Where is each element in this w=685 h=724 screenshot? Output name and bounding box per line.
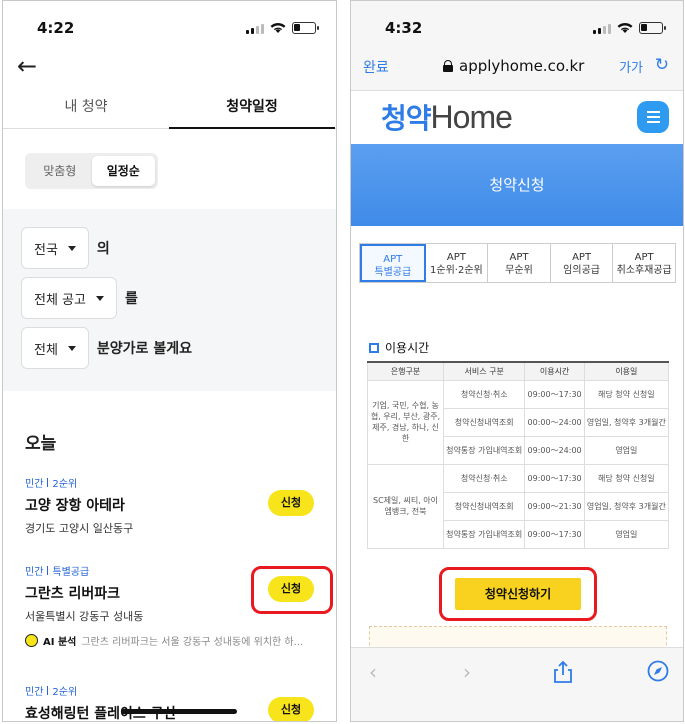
home-indicator	[121, 709, 237, 714]
address-bar[interactable]: applyhome.co.kr	[443, 57, 584, 75]
lock-icon	[443, 60, 453, 72]
apply-button[interactable]: 신청	[268, 697, 314, 721]
signal-icon	[593, 24, 611, 34]
apt-tabs: APT 특별공급 APT 1순위·2순위 APT 무순위 APT 임의공급 APT 취소후…	[359, 243, 676, 283]
highlight-box	[251, 566, 333, 614]
tab-apt-unranked[interactable]: APT 무순위	[488, 244, 551, 282]
highlight-box	[439, 567, 597, 621]
browser-nav-bar: 완료 applyhome.co.kr 가가 ↻	[351, 51, 683, 91]
section-title-hours: 이용시간	[369, 339, 429, 356]
sort-segment: 맞춤형 일정순	[25, 153, 158, 189]
right-screen: 4:32 완료 applyhome.co.kr 가가 ↻ 청약Home 청약신청…	[350, 0, 684, 722]
table-row: SC제일, 씨티, 아이엠뱅크, 전북 청약신청·취소 09:00～17:30 해당…	[367, 463, 670, 549]
apply-button[interactable]: 신청	[268, 490, 314, 516]
tab-my-subscription[interactable]: 내 청약	[3, 93, 169, 121]
chevron-down-icon	[67, 345, 76, 351]
status-time: 4:32	[385, 19, 423, 37]
page-banner: 청약신청	[351, 144, 683, 226]
ai-analysis[interactable]: AI 분석 그란츠 리버파크는 서울 강동구 성내동에 위치한 하...	[25, 633, 325, 648]
chevron-down-icon	[95, 295, 104, 301]
left-screen: 4:22 ← 내 청약 청약일정 맞춤형 일정순 전국 의 전체 공고 를 전체…	[2, 0, 337, 722]
forward-chevron-icon[interactable]: ›	[463, 660, 471, 684]
browser-toolbar: ‹ ›	[351, 647, 683, 721]
battery-icon	[639, 22, 666, 34]
price-select[interactable]: 전체	[21, 327, 89, 369]
hours-table: 은행구분 서비스 구분 이용시간 이용일 기업, 국민, 수협, 농협, 우리, 부산…	[367, 361, 670, 549]
notice-type-select[interactable]: 전체 공고	[21, 277, 117, 319]
square-bullet-icon	[369, 342, 379, 353]
tab-apt-resupply[interactable]: APT 취소후재공급	[613, 244, 675, 282]
back-chevron-icon[interactable]: ‹	[369, 660, 377, 684]
segment-by-date[interactable]: 일정순	[91, 156, 155, 186]
share-icon[interactable]	[553, 660, 573, 684]
ai-robot-icon	[25, 634, 38, 647]
signal-icon	[246, 24, 264, 34]
status-time: 4:22	[37, 19, 75, 37]
battery-icon	[292, 22, 319, 34]
compass-icon[interactable]	[647, 660, 669, 682]
tab-bar: 내 청약 청약일정	[3, 93, 336, 129]
chevron-down-icon	[67, 245, 76, 251]
back-arrow-icon[interactable]: ←	[17, 54, 43, 79]
table-row: 기업, 국민, 수협, 농협, 우리, 부산, 광주, 제주, 경남, 하나, …	[367, 379, 670, 465]
done-button[interactable]: 완료	[363, 57, 389, 77]
status-bar: 4:32	[351, 1, 683, 51]
wifi-icon	[617, 23, 633, 33]
filter-panel: 전국 의 전체 공고 를 전체 분양가로 볼게요	[3, 209, 336, 391]
reload-icon[interactable]: ↻	[655, 55, 669, 75]
tab-apt-rank[interactable]: APT 1순위·2순위	[426, 244, 489, 282]
hamburger-menu-icon[interactable]	[637, 101, 669, 133]
tab-subscription-schedule[interactable]: 청약일정	[169, 93, 335, 129]
segment-custom[interactable]: 맞춤형	[28, 156, 92, 186]
tab-apt-special[interactable]: APT 특별공급	[360, 244, 426, 282]
region-select[interactable]: 전국	[21, 227, 89, 269]
wifi-icon	[270, 23, 286, 33]
text-size-button[interactable]: 가가	[619, 57, 643, 76]
tab-apt-arbitrary[interactable]: APT 임의공급	[551, 244, 614, 282]
section-title-today: 오늘	[25, 434, 57, 454]
site-logo[interactable]: 청약Home	[381, 97, 513, 137]
status-bar: 4:22	[3, 1, 336, 51]
